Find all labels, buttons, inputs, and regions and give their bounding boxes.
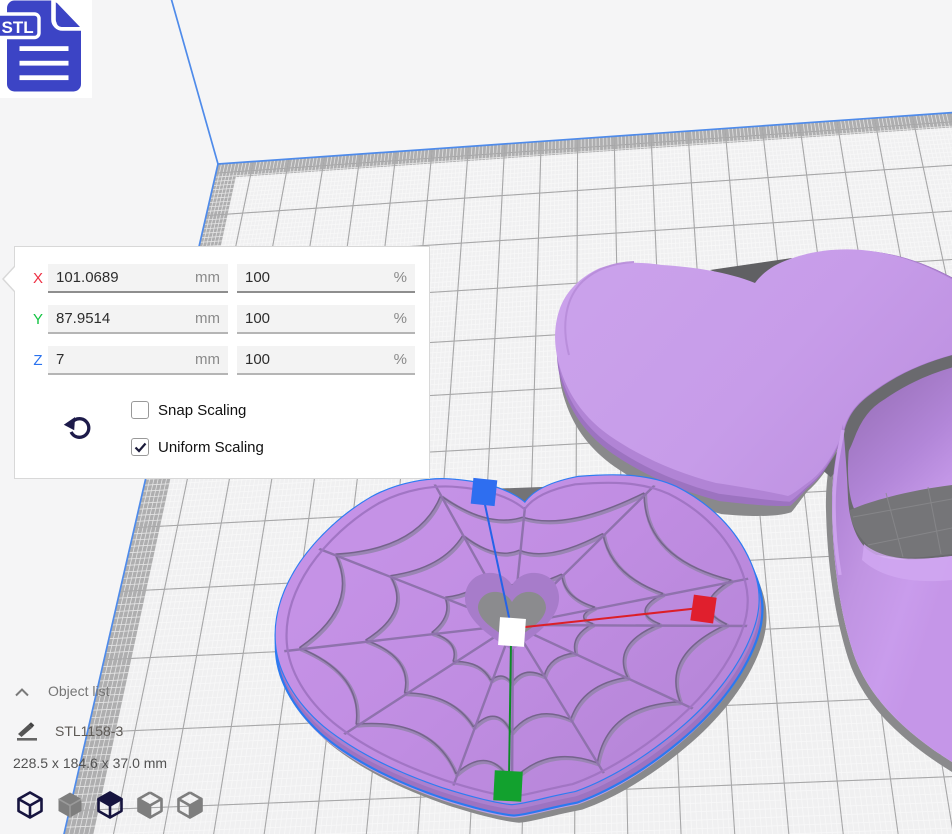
svg-text:STL: STL bbox=[2, 18, 34, 37]
